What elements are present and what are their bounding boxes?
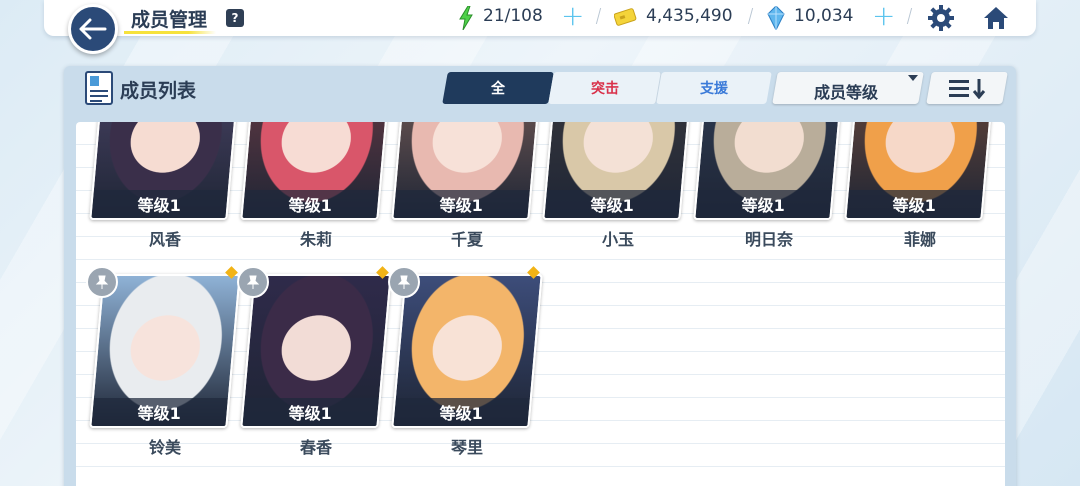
member-name: 铃美 — [148, 438, 181, 457]
page-title: 成员管理 — [131, 9, 208, 31]
panel-title: 成员列表 — [120, 80, 197, 102]
tab-label: 全 — [491, 81, 505, 97]
member-portrait: 等级1 — [391, 122, 543, 220]
title-underline — [124, 31, 216, 34]
member-portrait: 等级1 — [240, 274, 392, 428]
tab-support[interactable]: 支援 — [656, 72, 772, 104]
member-name: 朱莉 — [299, 230, 332, 249]
add-gems-button[interactable]: + — [872, 2, 895, 30]
member-name: 千夏 — [450, 230, 483, 249]
member-portrait: 等级1 — [844, 122, 996, 220]
back-arrow-icon — [79, 18, 107, 40]
member-portrait: 等级1 — [542, 122, 694, 220]
member-name: 小玉 — [601, 230, 634, 249]
gems-value: 10,034 — [794, 6, 854, 26]
member-portrait: 等级1 — [89, 274, 241, 428]
tab-label: 突击 — [590, 81, 619, 97]
credit-card-icon — [614, 8, 637, 26]
stamina-bolt-icon — [459, 6, 473, 30]
member-portrait: 等级1 — [391, 274, 543, 428]
credits-value: 4,435,490 — [646, 6, 733, 26]
level-badge: 等级1 — [846, 190, 983, 218]
level-badge: 等级1 — [91, 398, 228, 426]
home-icon[interactable] — [982, 4, 1010, 32]
member-list-icon — [85, 71, 113, 105]
level-badge: 等级1 — [242, 190, 379, 218]
member-name: 春香 — [299, 438, 332, 457]
member-name: 明日奈 — [744, 230, 793, 249]
tab-all[interactable]: 全 — [442, 72, 554, 104]
member-portrait: 等级1 — [89, 122, 241, 220]
member-name: 菲娜 — [903, 230, 936, 249]
pin-icon[interactable] — [388, 266, 420, 298]
stamina-value: 21/108 — [483, 6, 543, 26]
dropdown-caret-icon — [908, 75, 918, 81]
help-button[interactable]: ? — [226, 9, 244, 27]
tab-label: 支援 — [700, 81, 728, 97]
gem-icon — [767, 6, 785, 30]
level-badge: 等级1 — [393, 398, 530, 426]
member-portrait: 等级1 — [693, 122, 845, 220]
pin-icon[interactable] — [237, 266, 269, 298]
level-badge: 等级1 — [544, 190, 681, 218]
sort-order-button[interactable] — [926, 72, 1008, 104]
member-list: 等级1 风香 等级1 朱莉 等级1 千夏 等级1 小玉 等级1 明日奈 等级1 … — [76, 122, 1005, 486]
level-badge: 等级1 — [393, 190, 530, 218]
sort-label: 成员等级 — [814, 83, 879, 102]
tab-strike[interactable]: 突击 — [548, 72, 662, 104]
member-portrait: 等级1 — [240, 122, 392, 220]
add-stamina-button[interactable]: + — [561, 2, 584, 30]
sort-order-icon — [949, 79, 986, 99]
settings-gear-icon[interactable] — [927, 4, 955, 32]
level-badge: 等级1 — [695, 190, 832, 218]
member-name: 风香 — [148, 230, 181, 249]
pin-icon[interactable] — [86, 266, 118, 298]
member-name: 琴里 — [450, 438, 483, 457]
back-button[interactable] — [68, 4, 118, 54]
level-badge: 等级1 — [242, 398, 379, 426]
level-badge: 等级1 — [91, 190, 228, 218]
